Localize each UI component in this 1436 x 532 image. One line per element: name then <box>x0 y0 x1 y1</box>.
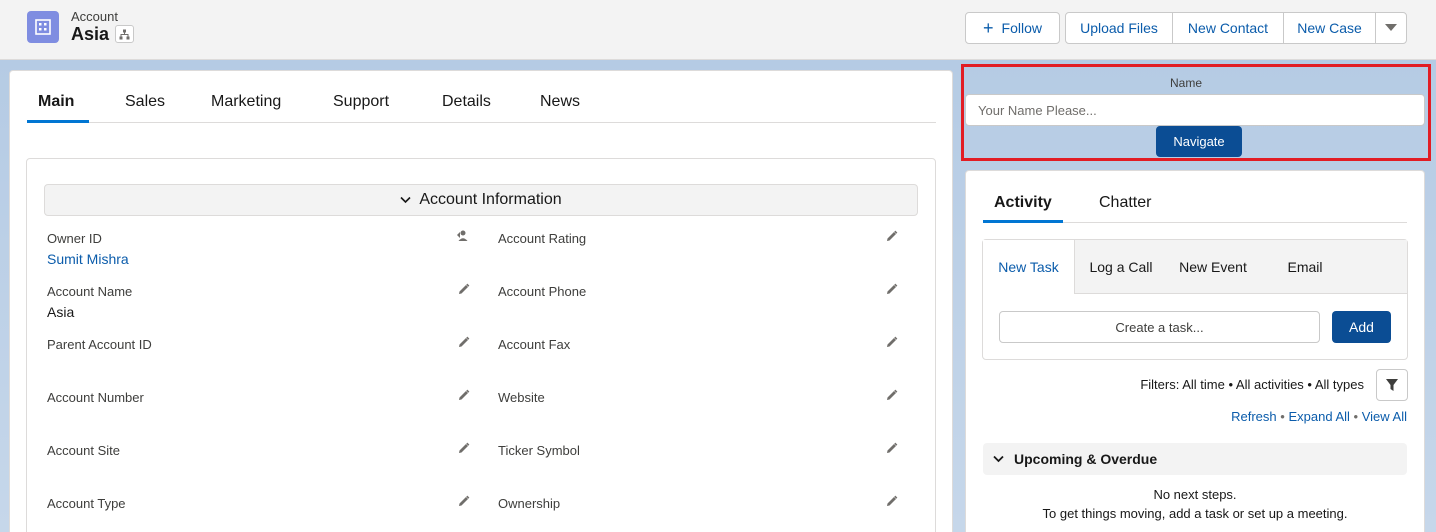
filters-text: Filters: All time • All activities • All… <box>1140 377 1364 392</box>
activity-links: Refresh • Expand All • View All <box>1150 409 1407 424</box>
pencil-icon[interactable] <box>883 440 899 456</box>
pencil-icon[interactable] <box>883 334 899 350</box>
upcoming-title: Upcoming & Overdue <box>1014 451 1158 467</box>
object-type-label: Account <box>71 9 118 24</box>
record-tabs: Main Sales Marketing Support Details New… <box>27 87 936 123</box>
section-header[interactable]: Account Information <box>44 184 918 216</box>
view-all-link[interactable]: View All <box>1362 409 1407 424</box>
field-label-ownership: Ownership <box>498 496 561 511</box>
pencil-icon[interactable] <box>883 387 899 403</box>
record-header: Account Asia + Follow Upload Files New C… <box>0 0 1436 60</box>
name-input[interactable]: Your Name Please... <box>965 94 1425 126</box>
pencil-icon[interactable] <box>455 334 471 350</box>
upcoming-overdue-header[interactable]: Upcoming & Overdue <box>983 443 1407 475</box>
owner-link[interactable]: Sumit Mishra <box>47 251 129 267</box>
tab-chatter[interactable]: Chatter <box>1099 185 1151 223</box>
no-next-steps: No next steps. To get things moving, add… <box>983 485 1407 523</box>
filter-icon <box>1386 379 1398 391</box>
tab-log-a-call[interactable]: Log a Call <box>1076 240 1166 294</box>
separator: • <box>1280 409 1285 424</box>
navigate-button[interactable]: Navigate <box>1156 126 1242 157</box>
field-label-ticker-symbol: Ticker Symbol <box>498 443 580 458</box>
field-label-account-rating: Account Rating <box>498 231 587 246</box>
refresh-link[interactable]: Refresh <box>1231 409 1277 424</box>
pencil-icon[interactable] <box>883 281 899 297</box>
tab-new-task[interactable]: New Task <box>983 240 1075 294</box>
account-name-value: Asia <box>47 304 75 320</box>
pencil-icon[interactable] <box>455 493 471 509</box>
pencil-icon[interactable] <box>455 387 471 403</box>
tab-new-event[interactable]: New Event <box>1166 240 1260 294</box>
section-title: Account Information <box>419 191 562 208</box>
hierarchy-icon[interactable] <box>115 25 134 43</box>
expand-all-link[interactable]: Expand All <box>1288 409 1349 424</box>
tab-details[interactable]: Details <box>442 87 491 123</box>
account-icon <box>27 11 59 43</box>
plus-icon: + <box>983 18 994 38</box>
chevron-down-icon <box>1385 24 1397 31</box>
field-label-account-number: Account Number <box>47 390 144 405</box>
follow-label: Follow <box>1001 20 1042 36</box>
field-label-account-site: Account Site <box>47 443 120 458</box>
no-steps-hint: To get things moving, add a task or set … <box>1042 506 1348 521</box>
pencil-icon[interactable] <box>883 493 899 509</box>
field-label-owner-id: Owner ID <box>47 231 102 246</box>
more-actions-button[interactable] <box>1375 12 1407 44</box>
record-name: Asia <box>71 24 110 44</box>
tab-support[interactable]: Support <box>333 87 389 123</box>
filter-button[interactable] <box>1376 369 1408 401</box>
create-task-input[interactable]: Create a task... <box>999 311 1320 343</box>
field-label-account-name: Account Name <box>47 284 133 299</box>
separator: • <box>1353 409 1359 424</box>
chevron-down-icon <box>993 452 1004 466</box>
tab-activity[interactable]: Activity <box>983 185 1063 223</box>
add-button[interactable]: Add <box>1332 311 1391 343</box>
upload-files-button[interactable]: Upload Files <box>1065 12 1173 44</box>
field-label-account-phone: Account Phone <box>498 284 587 299</box>
pencil-icon[interactable] <box>883 228 899 244</box>
no-steps-text: No next steps. <box>1153 487 1237 502</box>
name-label: Name <box>1170 76 1203 90</box>
new-case-button[interactable]: New Case <box>1283 12 1376 44</box>
field-label-account-fax: Account Fax <box>498 337 571 352</box>
field-label-account-type: Account Type <box>47 496 126 511</box>
field-label-parent-account-id: Parent Account ID <box>47 337 152 352</box>
tab-sales[interactable]: Sales <box>125 87 165 123</box>
chevron-down-icon <box>400 193 411 207</box>
field-label-website: Website <box>498 390 545 405</box>
follow-button[interactable]: + Follow <box>965 12 1060 44</box>
new-contact-button[interactable]: New Contact <box>1172 12 1284 44</box>
tab-news[interactable]: News <box>540 87 580 123</box>
tab-marketing[interactable]: Marketing <box>211 87 281 123</box>
pencil-icon[interactable] <box>455 281 471 297</box>
tab-main[interactable]: Main <box>27 87 89 123</box>
activity-tabs: Activity Chatter <box>983 185 1407 223</box>
pencil-icon[interactable] <box>455 440 471 456</box>
change-owner-icon[interactable] <box>455 228 471 244</box>
tab-email[interactable]: Email <box>1262 240 1348 294</box>
